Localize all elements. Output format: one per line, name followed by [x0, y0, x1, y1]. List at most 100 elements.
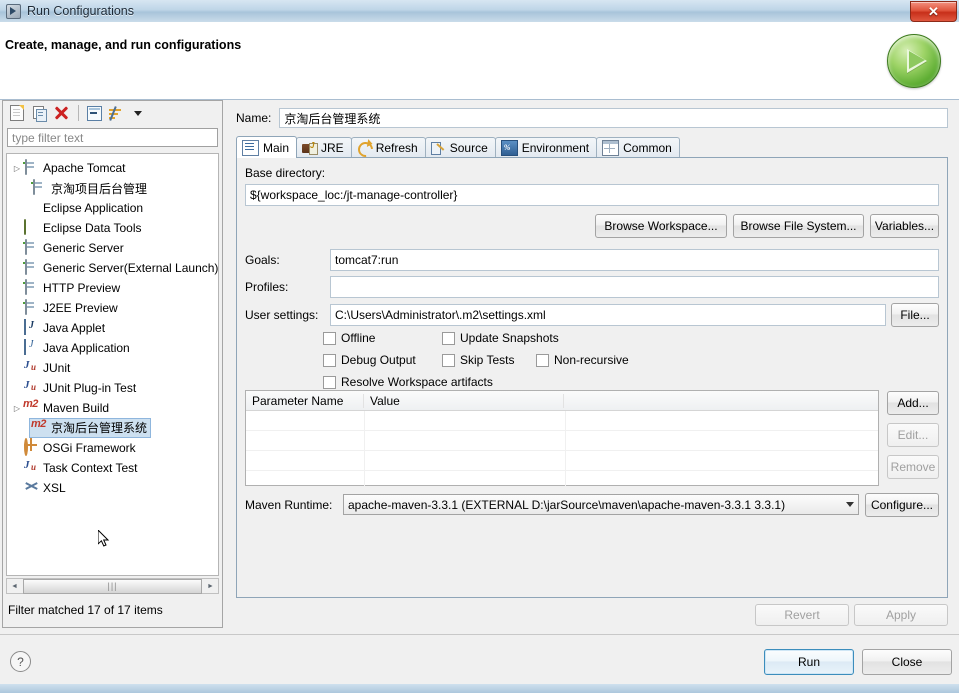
debug-output-checkbox-row[interactable]: Debug Output — [323, 353, 416, 367]
base-directory-label: Base directory: — [245, 166, 326, 180]
close-window-button[interactable]: ✕ — [910, 1, 957, 22]
user-settings-label: User settings: — [245, 308, 319, 322]
column-header-parameter-name: Parameter Name — [246, 393, 364, 408]
tree-item-task-context-test[interactable]: Ju Task Context Test — [7, 458, 218, 478]
user-settings-input[interactable]: C:\Users\Administrator\.m2\settings.xml — [330, 304, 886, 326]
tree-item-eclipse-data-tools[interactable]: Eclipse Data Tools — [7, 218, 218, 238]
scroll-left-icon[interactable]: ◄ — [7, 579, 22, 593]
update-snapshots-checkbox-row[interactable]: Update Snapshots — [442, 331, 559, 345]
user-settings-file-button[interactable]: File... — [891, 303, 939, 327]
skip-tests-checkbox[interactable] — [442, 353, 455, 367]
table-row[interactable] — [246, 471, 878, 491]
task-context-icon: Ju — [24, 459, 37, 472]
tree-item-label: JUnit Plug-in Test — [43, 381, 137, 395]
resolve-workspace-artifacts-checkbox[interactable] — [323, 375, 336, 389]
tree-horizontal-scrollbar[interactable]: ◄ ||| ► — [6, 578, 219, 594]
chevron-down-icon[interactable] — [128, 103, 148, 123]
run-configurations-window: Run Configurations ✕ Create, manage, and… — [0, 0, 959, 693]
tree-item-jingtao-tomcat[interactable]: 京淘项目后台管理 — [7, 178, 218, 198]
tab-label: Source — [449, 141, 488, 155]
table-row[interactable] — [246, 411, 878, 431]
maven-runtime-dropdown[interactable]: apache-maven-3.3.1 (EXTERNAL D:\jarSourc… — [343, 494, 859, 515]
scroll-right-icon[interactable]: ► — [203, 579, 218, 593]
filter-launch-configurations-icon[interactable] — [106, 103, 126, 123]
update-snapshots-label: Update Snapshots — [460, 331, 559, 345]
non-recursive-checkbox[interactable] — [536, 353, 549, 367]
goals-input[interactable]: tomcat7:run — [330, 249, 939, 271]
tree-item-junit-plugin-test[interactable]: Ju JUnit Plug-in Test — [7, 378, 218, 398]
filter-input[interactable]: type filter text — [7, 128, 218, 147]
configurations-panel: type filter text ▷ Apache Tomcat 京淘项目后台管… — [2, 100, 223, 628]
tree-item-apache-tomcat[interactable]: ▷ Apache Tomcat — [7, 158, 218, 178]
add-parameter-button[interactable]: Add... — [887, 391, 939, 415]
tree-item-label: 京淘后台管理系统 — [51, 421, 148, 435]
duplicate-configuration-icon[interactable] — [29, 103, 49, 123]
tab-environment[interactable]: % Environment — [494, 137, 598, 158]
tree-item-label: Generic Server(External Launch) — [43, 261, 219, 275]
run-button[interactable]: Run — [764, 649, 854, 675]
tree-item-http-preview[interactable]: HTTP Preview — [7, 278, 218, 298]
name-input[interactable]: 京淘后台管理系统 — [279, 108, 948, 128]
update-snapshots-checkbox[interactable] — [442, 331, 455, 345]
tab-jre[interactable]: J JRE — [296, 137, 352, 158]
browse-workspace-button[interactable]: Browse Workspace... — [595, 214, 727, 238]
java-application-icon: J — [23, 339, 39, 356]
tree-item-generic-server[interactable]: Generic Server — [7, 238, 218, 258]
maven-runtime-label: Maven Runtime: — [245, 498, 333, 512]
tree-item-label: XSL — [43, 481, 66, 495]
user-settings-value: C:\Users\Administrator\.m2\settings.xml — [335, 308, 546, 322]
offline-checkbox-row[interactable]: Offline — [323, 331, 375, 345]
help-icon[interactable]: ? — [10, 651, 31, 672]
tree-item-jingtao-maven-selected[interactable]: m2 京淘后台管理系统 — [7, 418, 218, 438]
tab-refresh[interactable]: Refresh — [350, 137, 426, 161]
tree-item-eclipse-application[interactable]: Eclipse Application — [7, 198, 218, 218]
expander-icon[interactable]: ▷ — [11, 404, 23, 413]
tree-item-label: JUnit — [43, 361, 71, 375]
scrollbar-thumb[interactable]: ||| — [23, 578, 202, 594]
tab-source[interactable]: Source — [424, 137, 496, 158]
expander-icon[interactable]: ▷ — [11, 164, 23, 173]
osgi-icon — [23, 438, 39, 456]
tree-item-java-applet[interactable]: J Java Applet — [7, 318, 218, 338]
tree-item-maven-build[interactable]: ▷ m2 Maven Build — [7, 398, 218, 418]
debug-output-label: Debug Output — [341, 353, 416, 367]
tree-item-label: Generic Server — [43, 241, 124, 255]
collapse-all-icon[interactable] — [84, 103, 104, 123]
tree-item-java-application[interactable]: J Java Application — [7, 338, 218, 358]
skip-tests-checkbox-row[interactable]: Skip Tests — [442, 353, 514, 367]
eclipse-run-icon — [5, 3, 21, 19]
variables-button[interactable]: Variables... — [870, 214, 939, 238]
non-recursive-checkbox-row[interactable]: Non-recursive — [536, 353, 629, 367]
refresh-tab-icon — [354, 138, 376, 161]
name-row: Name: 京淘后台管理系统 — [236, 108, 948, 128]
debug-output-checkbox[interactable] — [323, 353, 336, 367]
title-bar: Run Configurations ✕ — [0, 0, 959, 22]
goals-label: Goals: — [245, 253, 280, 267]
profiles-input[interactable] — [330, 276, 939, 298]
tree-item-xsl[interactable]: XSL — [7, 478, 218, 498]
configure-maven-runtime-button[interactable]: Configure... — [865, 493, 939, 517]
offline-checkbox[interactable] — [323, 331, 336, 345]
tab-main[interactable]: Main — [236, 136, 298, 158]
table-row[interactable] — [246, 451, 878, 471]
table-row[interactable] — [246, 431, 878, 451]
server-icon — [23, 239, 39, 256]
tree-item-junit[interactable]: Ju JUnit — [7, 358, 218, 378]
tree-item-osgi-framework[interactable]: OSGi Framework — [7, 438, 218, 458]
resolve-workspace-artifacts-checkbox-row[interactable]: Resolve Workspace artifacts — [323, 375, 493, 389]
java-applet-icon: J — [23, 319, 39, 336]
tab-common[interactable]: Common — [596, 137, 680, 158]
parameters-table[interactable]: Parameter Name Value — [245, 390, 879, 491]
delete-configuration-icon[interactable] — [51, 103, 71, 123]
close-button[interactable]: Close — [862, 649, 952, 675]
maven-icon: m2 — [23, 398, 38, 410]
tree-item-j2ee-preview[interactable]: J2EE Preview — [7, 298, 218, 318]
base-directory-input[interactable]: ${workspace_loc:/jt-manage-controller} — [245, 184, 939, 206]
configurations-tree[interactable]: ▷ Apache Tomcat 京淘项目后台管理 Eclipse Applica… — [6, 153, 219, 576]
tree-item-generic-server-external[interactable]: Generic Server(External Launch) — [7, 258, 218, 278]
toolbar-separator — [78, 105, 79, 121]
new-configuration-icon[interactable] — [7, 103, 27, 123]
browse-file-system-button[interactable]: Browse File System... — [733, 214, 864, 238]
tree-item-label: Maven Build — [43, 401, 110, 415]
configurations-toolbar — [3, 101, 222, 125]
